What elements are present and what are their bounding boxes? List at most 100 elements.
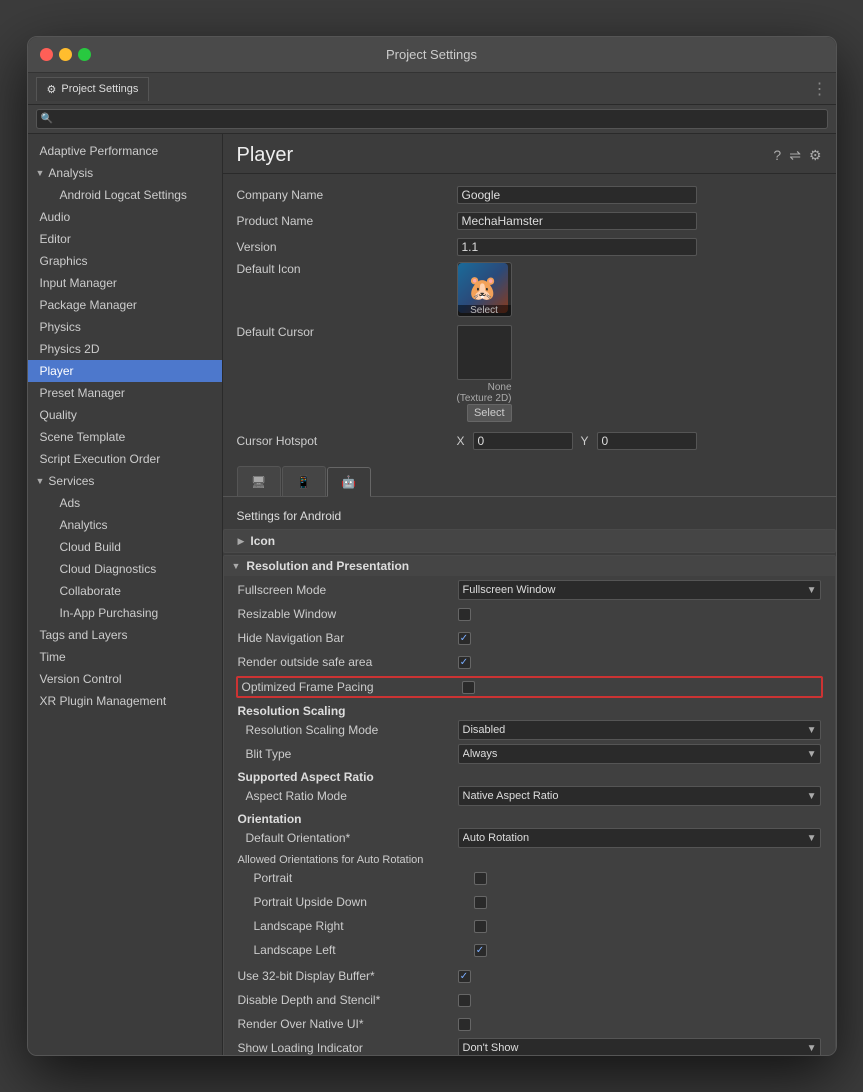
- show-loading-wrapper: Don't Show ▼: [458, 1038, 821, 1055]
- aspect-ratio-mode-label: Aspect Ratio Mode: [238, 789, 458, 803]
- hide-nav-bar-checkbox[interactable]: [458, 632, 471, 645]
- minimize-button[interactable]: [59, 48, 72, 61]
- sidebar-item-cloud-diagnostics[interactable]: Cloud Diagnostics: [28, 558, 222, 580]
- settings-body: Company Name Product Name Version Defaul…: [223, 174, 836, 1055]
- show-loading-label: Show Loading Indicator: [238, 1041, 458, 1055]
- tab-ios[interactable]: 📱: [282, 466, 326, 496]
- disable-depth-checkbox[interactable]: [458, 994, 471, 1007]
- use-32bit-checkbox[interactable]: [458, 970, 471, 983]
- content-area: Player ? ⇌ ⚙ Company Name Product Name: [223, 134, 836, 1055]
- blit-type-row: Blit Type Always ▼: [238, 744, 821, 764]
- landscape-left-checkbox[interactable]: [474, 944, 487, 957]
- sidebar-item-tags-and-layers[interactable]: Tags and Layers: [28, 624, 222, 646]
- resizable-window-checkbox[interactable]: [458, 608, 471, 621]
- optimized-frame-row: Optimized Frame Pacing: [236, 676, 823, 698]
- portrait-label: Portrait: [254, 871, 474, 885]
- sidebar-item-script-execution-order[interactable]: Script Execution Order: [28, 448, 222, 470]
- sidebar-item-android-logcat[interactable]: Android Logcat Settings: [28, 184, 222, 206]
- sidebar-item-cloud-build[interactable]: Cloud Build: [28, 536, 222, 558]
- fullscreen-mode-select[interactable]: Fullscreen Window: [458, 580, 821, 600]
- sidebar-item-in-app-purchasing[interactable]: In-App Purchasing: [28, 602, 222, 624]
- sidebar-item-package-manager[interactable]: Package Manager: [28, 294, 222, 316]
- resolution-scaling-mode-select[interactable]: Disabled: [458, 720, 821, 740]
- icon-section-header[interactable]: ▶ Icon: [223, 529, 836, 553]
- portrait-upside-down-label: Portrait Upside Down: [254, 895, 474, 909]
- close-button[interactable]: [40, 48, 53, 61]
- default-orientation-select[interactable]: Auto Rotation: [458, 828, 821, 848]
- sidebar-item-input-manager[interactable]: Input Manager: [28, 272, 222, 294]
- sidebar-item-collaborate[interactable]: Collaborate: [28, 580, 222, 602]
- sidebar-item-quality[interactable]: Quality: [28, 404, 222, 426]
- render-over-native-checkbox[interactable]: [458, 1018, 471, 1031]
- gear-icon: ⚙: [47, 83, 57, 96]
- aspect-ratio-mode-wrapper: Native Aspect Ratio ▼: [458, 786, 821, 806]
- sidebar-item-time[interactable]: Time: [28, 646, 222, 668]
- default-icon-label: Default Icon: [237, 262, 457, 276]
- render-outside-checkbox[interactable]: [458, 656, 471, 669]
- disable-depth-label: Disable Depth and Stencil*: [238, 993, 458, 1007]
- cursor-select-button[interactable]: Select: [467, 404, 512, 422]
- cursor-hotspot-label: Cursor Hotspot: [237, 434, 457, 448]
- sidebar-item-physics-2d[interactable]: Physics 2D: [28, 338, 222, 360]
- render-over-native-label: Render Over Native UI*: [238, 1017, 458, 1031]
- sidebar-item-graphics[interactable]: Graphics: [28, 250, 222, 272]
- sidebar-item-services[interactable]: ▼ Services: [28, 470, 222, 492]
- sidebar-item-audio[interactable]: Audio: [28, 206, 222, 228]
- maximize-button[interactable]: [78, 48, 91, 61]
- default-icon-row: Default Icon 🐹 Select: [237, 262, 822, 317]
- default-icon-area[interactable]: 🐹 Select: [457, 262, 512, 317]
- landscape-left-label: Landscape Left: [254, 943, 474, 957]
- version-label: Version: [237, 240, 457, 254]
- sidebar-item-scene-template[interactable]: Scene Template: [28, 426, 222, 448]
- sidebar-item-analytics[interactable]: Analytics: [28, 514, 222, 536]
- expand-icon: ▼: [232, 561, 241, 571]
- sidebar-item-xr-plugin-management[interactable]: XR Plugin Management: [28, 690, 222, 712]
- resolution-scaling-mode-row: Resolution Scaling Mode Disabled ▼: [238, 720, 821, 740]
- search-input[interactable]: [36, 109, 828, 129]
- android-icon: 🤖: [341, 475, 356, 489]
- more-menu-button[interactable]: ⋮: [812, 79, 828, 99]
- page-title: Player: [237, 144, 774, 167]
- settings-icon[interactable]: ⚙: [809, 147, 822, 164]
- sidebar-item-editor[interactable]: Editor: [28, 228, 222, 250]
- resolution-scaling-mode-wrapper: Disabled ▼: [458, 720, 821, 740]
- sidebar-item-analysis[interactable]: ▼ Analysis: [28, 162, 222, 184]
- sidebar-item-player[interactable]: Player: [28, 360, 222, 382]
- traffic-lights: [40, 48, 91, 61]
- layout-icon[interactable]: ⇌: [789, 147, 801, 164]
- landscape-right-checkbox[interactable]: [474, 920, 487, 933]
- show-loading-select[interactable]: Don't Show: [458, 1038, 821, 1055]
- sidebar-item-ads[interactable]: Ads: [28, 492, 222, 514]
- sidebar-item-version-control[interactable]: Version Control: [28, 668, 222, 690]
- product-name-input[interactable]: [457, 212, 697, 230]
- active-tab[interactable]: ⚙ Project Settings: [36, 77, 150, 101]
- icon-select-label: Select: [458, 305, 511, 316]
- portrait-checkbox[interactable]: [474, 872, 487, 885]
- aspect-ratio-mode-select[interactable]: Native Aspect Ratio: [458, 786, 821, 806]
- tab-monitor[interactable]: 🖥: [237, 466, 281, 496]
- company-name-input[interactable]: [457, 186, 697, 204]
- sidebar-item-physics[interactable]: Physics: [28, 316, 222, 338]
- resolution-section-header[interactable]: ▼ Resolution and Presentation: [224, 556, 835, 576]
- cursor-x-input[interactable]: [473, 432, 573, 450]
- sidebar: Adaptive Performance ▼ Analysis Android …: [28, 134, 223, 1055]
- resolution-scaling-title: Resolution Scaling: [238, 704, 821, 718]
- show-loading-row: Show Loading Indicator Don't Show ▼: [238, 1038, 821, 1055]
- sidebar-item-preset-manager[interactable]: Preset Manager: [28, 382, 222, 404]
- expand-icon: ▼: [36, 472, 45, 490]
- help-icon[interactable]: ?: [773, 147, 781, 164]
- optimized-frame-checkbox[interactable]: [462, 681, 475, 694]
- sidebar-item-adaptive-performance[interactable]: Adaptive Performance: [28, 140, 222, 162]
- cursor-area[interactable]: [457, 325, 512, 380]
- company-name-label: Company Name: [237, 188, 457, 202]
- tab-android[interactable]: 🤖: [327, 467, 371, 497]
- cursor-y-input[interactable]: [597, 432, 697, 450]
- blit-type-select[interactable]: Always: [458, 744, 821, 764]
- cursor-none-label: None: [457, 382, 512, 393]
- version-input[interactable]: [457, 238, 697, 256]
- toolbar: ⚙ Project Settings ⋮: [28, 73, 836, 105]
- portrait-upside-down-checkbox[interactable]: [474, 896, 487, 909]
- hide-nav-bar-row: Hide Navigation Bar: [238, 628, 821, 648]
- render-outside-label: Render outside safe area: [238, 655, 458, 669]
- x-label: X: [457, 434, 465, 448]
